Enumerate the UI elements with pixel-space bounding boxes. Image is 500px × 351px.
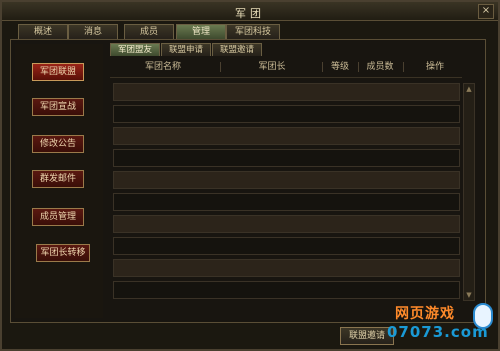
subtab-alliance-requests[interactable]: 联盟申请 bbox=[161, 43, 211, 56]
table-row[interactable] bbox=[113, 259, 460, 277]
subtab-alliance-invites[interactable]: 联盟邀请 bbox=[212, 43, 262, 56]
table-row[interactable] bbox=[113, 215, 460, 233]
column-header-level: 等级 bbox=[330, 62, 349, 72]
close-button[interactable]: × bbox=[478, 4, 494, 19]
sidebar-button-declare-war[interactable]: 军团宣战 bbox=[32, 98, 84, 116]
sidebar-button-legion-alliance[interactable]: 军团联盟 bbox=[32, 63, 84, 81]
table-row[interactable] bbox=[113, 105, 460, 123]
allies-table bbox=[113, 83, 460, 305]
tab-overview[interactable]: 概述 bbox=[18, 24, 68, 39]
scroll-up-icon[interactable]: ▲ bbox=[464, 84, 474, 94]
column-divider bbox=[403, 62, 404, 72]
table-row[interactable] bbox=[113, 149, 460, 167]
column-divider bbox=[220, 62, 221, 72]
column-divider bbox=[358, 62, 359, 72]
title-bar: 军团 × bbox=[2, 2, 498, 21]
management-sidebar: 军团联盟 军团宣战 修改公告 群发邮件 成员管理 军团长转移 bbox=[15, 44, 103, 318]
sidebar-button-transfer-leader[interactable]: 军团长转移 bbox=[36, 244, 90, 262]
table-scrollbar[interactable]: ▲ ▼ bbox=[463, 83, 475, 301]
table-row[interactable] bbox=[113, 171, 460, 189]
table-row[interactable] bbox=[113, 193, 460, 211]
sidebar-button-mass-mail[interactable]: 群发邮件 bbox=[32, 170, 84, 188]
watermark-text-top: 网页游戏 bbox=[395, 306, 455, 322]
mascot-icon bbox=[473, 303, 493, 329]
tab-management[interactable]: 管理 bbox=[176, 24, 226, 39]
column-header-legion-name: 军团名称 bbox=[144, 62, 181, 72]
subtab-allies[interactable]: 军团盟友 bbox=[110, 43, 160, 56]
table-header: 军团名称 军团长 等级 成员数 操作 bbox=[110, 57, 462, 78]
tab-messages[interactable]: 消息 bbox=[68, 24, 118, 39]
table-row[interactable] bbox=[113, 281, 460, 299]
column-header-leader: 军团长 bbox=[258, 62, 286, 72]
table-row[interactable] bbox=[113, 127, 460, 145]
window-title: 军团 bbox=[235, 7, 265, 20]
table-row[interactable] bbox=[113, 237, 460, 255]
column-header-actions: 操作 bbox=[425, 62, 444, 72]
table-row[interactable] bbox=[113, 83, 460, 101]
tab-legion-tech[interactable]: 军团科技 bbox=[226, 24, 280, 39]
column-divider bbox=[322, 62, 323, 72]
sidebar-button-member-management[interactable]: 成员管理 bbox=[32, 208, 84, 226]
watermark-text-bottom: 07073.com bbox=[387, 323, 489, 341]
sidebar-button-edit-announcement[interactable]: 修改公告 bbox=[32, 135, 84, 153]
tab-members[interactable]: 成员 bbox=[124, 24, 174, 39]
site-watermark: 网页游戏 07073.com bbox=[385, 301, 497, 349]
scroll-down-icon[interactable]: ▼ bbox=[464, 290, 474, 300]
column-header-member-count: 成员数 bbox=[366, 62, 394, 72]
